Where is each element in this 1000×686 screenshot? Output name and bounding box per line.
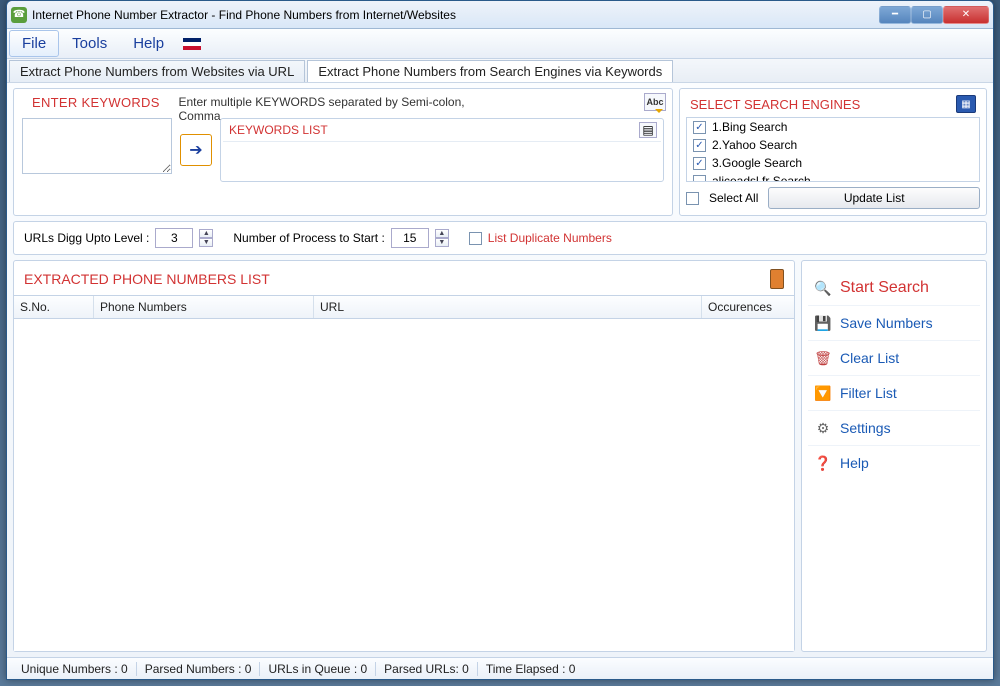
spellcheck-button[interactable]: Abc [644,93,666,111]
list-item-label: 3.Google Search [712,156,802,170]
title-text: Internet Phone Number Extractor - Find P… [32,8,879,22]
tab-strip: Extract Phone Numbers from Websites via … [7,59,993,83]
search-engines-title: SELECT SEARCH ENGINES [690,97,860,112]
title-bar[interactable]: ☎ Internet Phone Number Extractor - Find… [7,1,993,29]
keywords-list-options-icon[interactable]: ▤ [639,122,657,138]
add-keyword-button[interactable]: ➔ [180,134,212,166]
search-engines-panel: SELECT SEARCH ENGINES ▦ 1.Bing Search 2.… [679,88,987,216]
content-area: ENTER KEYWORDS Enter multiple KEYWORDS s… [7,83,993,657]
list-item-label: aliceadsl.fr Search [712,174,811,182]
tab-extract-keywords[interactable]: Extract Phone Numbers from Search Engine… [307,60,673,82]
menu-help[interactable]: Help [120,30,177,57]
help-button[interactable]: ❓ Help [808,446,980,480]
results-grid-body[interactable] [14,319,794,651]
results-panel: EXTRACTED PHONE NUMBERS LIST S.No. Phone… [13,260,795,652]
checkbox-icon[interactable] [693,175,706,183]
status-queue: URLs in Queue : 0 [260,662,376,676]
status-unique: Unique Numbers : 0 [13,662,137,676]
status-time: Time Elapsed : 0 [478,662,584,676]
filter-icon: 🔽 [814,384,832,402]
list-duplicates-label: List Duplicate Numbers [488,231,612,245]
filter-list-button[interactable]: 🔽 Filter List [808,376,980,411]
app-icon: ☎ [11,7,27,23]
menu-bar: File Tools Help [7,29,993,59]
keywords-panel: ENTER KEYWORDS Enter multiple KEYWORDS s… [13,88,673,216]
digg-level-label: URLs Digg Upto Level : [24,231,149,245]
keywords-list-panel: KEYWORDS LIST ▤ [220,118,664,182]
update-list-button[interactable]: Update List [768,187,980,209]
col-phone-numbers[interactable]: Phone Numbers [94,296,314,318]
col-url[interactable]: URL [314,296,702,318]
menu-file[interactable]: File [9,30,59,57]
list-item[interactable]: 3.Google Search [687,154,979,172]
settings-button[interactable]: ⚙ Settings [808,411,980,446]
col-occurrences[interactable]: Occurences [702,296,794,318]
menu-tools[interactable]: Tools [59,30,120,57]
process-count-input[interactable] [391,228,429,248]
gear-icon: ⚙ [814,419,832,437]
search-engines-list[interactable]: 1.Bing Search 2.Yahoo Search 3.Google Se… [686,117,980,182]
checkbox-icon[interactable] [693,121,706,134]
digg-level-input[interactable] [155,228,193,248]
clear-list-button[interactable]: 🗑 Clear List [808,341,980,376]
app-window: ☎ Internet Phone Number Extractor - Find… [6,0,994,680]
language-flag-icon[interactable] [183,38,201,50]
keywords-input[interactable] [22,118,172,174]
select-all-label: Select All [709,191,758,205]
actions-panel: 🔍 Start Search 💾 Save Numbers 🗑 Clear Li… [801,260,987,652]
keywords-list-title: KEYWORDS LIST [221,119,663,141]
process-count-label: Number of Process to Start : [233,231,384,245]
status-parsed-urls: Parsed URLs: 0 [376,662,478,676]
list-item[interactable]: aliceadsl.fr Search [687,172,979,182]
list-duplicates-checkbox[interactable] [469,232,482,245]
status-bar: Unique Numbers : 0 Parsed Numbers : 0 UR… [7,657,993,679]
options-bar: URLs Digg Upto Level : ▲▼ Number of Proc… [13,221,987,255]
results-grid-header: S.No. Phone Numbers URL Occurences [14,295,794,319]
search-engines-options-icon[interactable]: ▦ [956,95,976,113]
keywords-list[interactable] [223,141,661,181]
list-item[interactable]: 2.Yahoo Search [687,136,979,154]
results-title: EXTRACTED PHONE NUMBERS LIST [24,271,270,287]
digg-level-spinner[interactable]: ▲▼ [199,229,213,247]
window-maximize-button[interactable]: ▢ [911,6,943,24]
arrow-right-icon: ➔ [189,140,202,160]
save-numbers-button[interactable]: 💾 Save Numbers [808,306,980,341]
window-minimize-button[interactable]: ━ [879,6,911,24]
list-item-label: 2.Yahoo Search [712,138,797,152]
checkbox-icon[interactable] [693,139,706,152]
save-icon: 💾 [814,314,832,332]
col-sno[interactable]: S.No. [14,296,94,318]
phone-icon [770,269,784,289]
list-item-label: 1.Bing Search [712,120,787,134]
search-icon: 🔍 [814,279,832,297]
select-all-checkbox[interactable] [686,192,699,205]
start-search-button[interactable]: 🔍 Start Search [808,271,980,306]
process-count-spinner[interactable]: ▲▼ [435,229,449,247]
window-close-button[interactable]: ✕ [943,6,989,24]
list-item[interactable]: 1.Bing Search [687,118,979,136]
status-parsed: Parsed Numbers : 0 [137,662,261,676]
clear-icon: 🗑 [814,349,832,367]
help-icon: ❓ [814,454,832,472]
tab-extract-url[interactable]: Extract Phone Numbers from Websites via … [9,60,305,82]
checkbox-icon[interactable] [693,157,706,170]
